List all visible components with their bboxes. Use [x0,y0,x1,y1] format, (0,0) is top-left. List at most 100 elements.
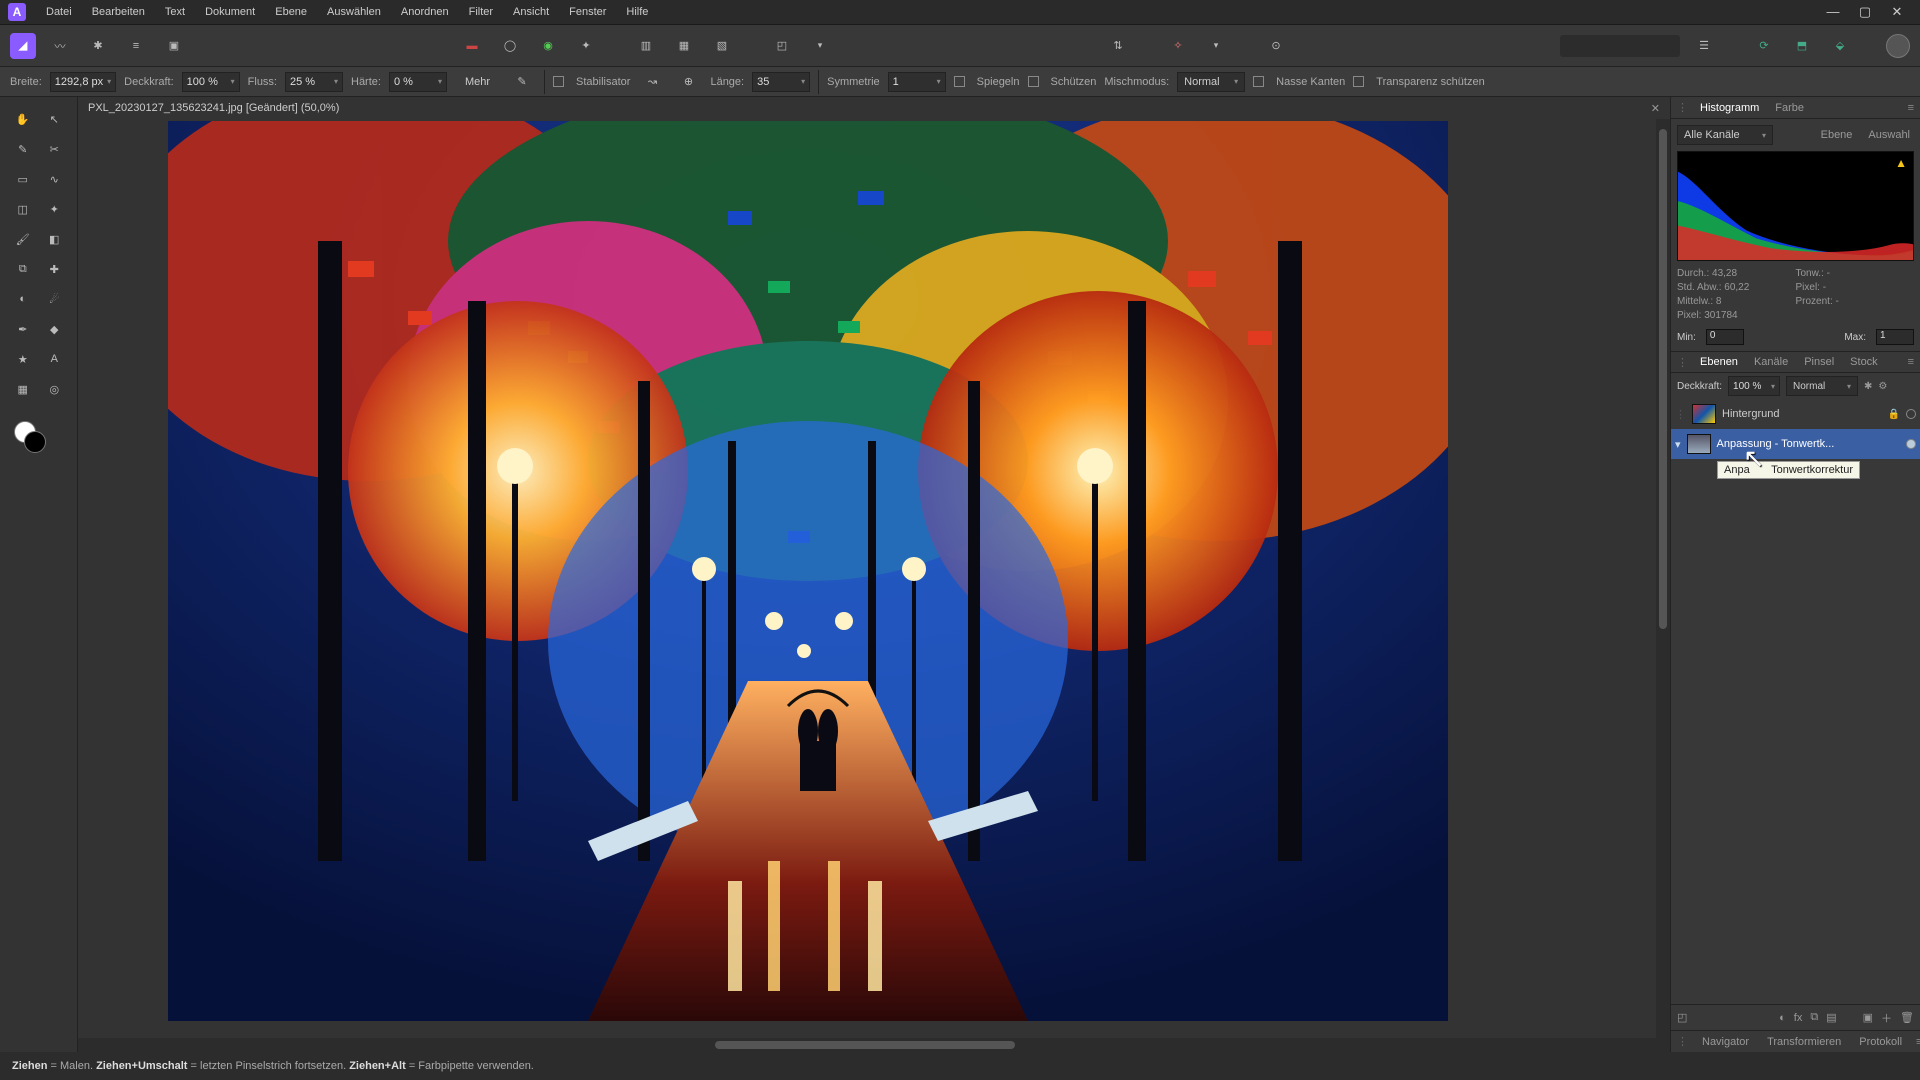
swatches-icon[interactable]: ✦ [572,32,600,60]
width-field[interactable]: 1292,8 px▾ [50,72,116,92]
trans-check[interactable] [1353,76,1364,87]
menu-bearbeiten[interactable]: Bearbeiten [82,0,155,24]
vgrip-icon[interactable]: ⋮ [1675,408,1686,421]
shape-tool-icon[interactable]: ◆ [40,315,70,343]
vgrip-icon[interactable]: ⋮ [1677,1035,1688,1048]
quickmask-icon[interactable]: ◯ [496,32,524,60]
layer-row-background[interactable]: ⋮ Hintergrund 🔒 [1671,399,1920,429]
crop-tool-icon[interactable]: ✂ [40,135,70,163]
add-fx-icon[interactable]: fx [1794,1012,1803,1024]
text-tool-icon[interactable]: ★ [8,345,38,373]
pen-tool-icon[interactable]: ✒ [8,315,38,343]
menu-hilfe[interactable]: Hilfe [616,0,658,24]
smudge-tool-icon[interactable]: ☄ [40,285,70,313]
crop-icon[interactable]: ◰ [768,32,796,60]
marquee-tool-icon[interactable]: ◫ [8,195,38,223]
symmetry-field[interactable]: 1▾ [888,72,946,92]
flood-tool-icon[interactable]: ✦ [40,195,70,223]
menu-ansicht[interactable]: Ansicht [503,0,559,24]
menu-anordnen[interactable]: Anordnen [391,0,459,24]
tab-protokoll[interactable]: Protokoll [1855,1034,1906,1050]
add-live-icon[interactable]: ⧉ [1810,1011,1818,1024]
move-tool-icon[interactable]: ↖ [40,105,70,133]
cloud-icon[interactable]: ⬒ [1788,32,1816,60]
persona-export-icon[interactable]: ▣ [160,32,188,60]
persona-liquify-icon[interactable]: 〰 [46,32,74,60]
account-avatar[interactable] [1886,34,1910,58]
layer-opacity-field[interactable]: 100 %▾ [1728,376,1780,396]
lasso-tool-icon[interactable]: ∿ [40,165,70,193]
stabilizer-check[interactable] [553,76,564,87]
menu-dokument[interactable]: Dokument [195,0,265,24]
more-button[interactable]: Mehr [455,71,500,93]
expand-icon[interactable]: ▾ [1675,438,1681,451]
background-color[interactable] [24,431,46,453]
tab-ebenen[interactable]: Ebenen [1696,354,1742,370]
add-layer-icon[interactable]: ＋ [1881,1010,1892,1026]
vgrip-icon[interactable]: ⋮ [1677,356,1688,369]
share-icon[interactable]: ⬙ [1826,32,1854,60]
menu-ebene[interactable]: Ebene [265,0,317,24]
eraser-tool-icon[interactable]: ◧ [40,225,70,253]
color-swatches[interactable] [14,421,48,455]
clone-tool-icon[interactable]: ⧉ [8,255,38,283]
tab-navigator[interactable]: Navigator [1698,1034,1753,1050]
align-left-icon[interactable]: ▥ [632,32,660,60]
wet-check[interactable] [1253,76,1264,87]
flow-field[interactable]: 25 %▾ [285,72,343,92]
document-tab[interactable]: PXL_20230127_135623241.jpg [Geändert] (5… [78,97,1670,119]
persona-photo-icon[interactable]: ◢ [10,33,36,59]
length-field[interactable]: 35▾ [752,72,810,92]
canvas-vscroll[interactable] [1656,119,1670,1038]
max-field[interactable]: 1 [1876,329,1914,345]
delete-layer-icon[interactable]: 🗑 [1900,1011,1914,1024]
zoom-tool-icon[interactable]: ◎ [40,375,70,403]
close-doc-icon[interactable]: ✕ [1651,102,1660,115]
canvas[interactable] [168,121,1448,1021]
vgrip-icon[interactable]: ⋮ [1677,101,1688,114]
visibility-toggle[interactable] [1906,439,1916,449]
align-right-icon[interactable]: ▧ [708,32,736,60]
align-center-icon[interactable]: ▦ [670,32,698,60]
nav-menu-icon[interactable]: ≡ [1916,1036,1920,1048]
histo-selection-btn[interactable]: Auswahl [1864,127,1914,143]
window-close[interactable]: ✕ [1888,4,1906,20]
tab-transform[interactable]: Transformieren [1763,1034,1845,1050]
selection-tool-icon[interactable]: ▭ [8,165,38,193]
tab-kanaele[interactable]: Kanäle [1750,354,1792,370]
menu-filter[interactable]: Filter [459,0,503,24]
channel-select[interactable]: Alle Kanäle▾ [1677,125,1773,145]
chevron-down-icon[interactable]: ▾ [806,32,834,60]
toolbar-search[interactable] [1560,35,1680,57]
colorpicker-tool-icon[interactable]: ✎ [8,135,38,163]
visibility-toggle[interactable] [1906,409,1916,419]
add-mask-icon[interactable]: ◰ [1677,1011,1687,1024]
menu-auswaehlen[interactable]: Auswählen [317,0,391,24]
persona-tone-icon[interactable]: ≡ [122,32,150,60]
merge-icon[interactable]: ▤ [1826,1011,1836,1024]
healing-tool-icon[interactable]: ✚ [40,255,70,283]
sync-icon[interactable]: ⟳ [1750,32,1778,60]
assistant-icon[interactable]: ✧ [1164,32,1192,60]
hardness-field[interactable]: 0 %▾ [389,72,447,92]
pressure-icon[interactable]: ✎ [508,68,536,96]
layers-menu-icon[interactable]: ≡ [1908,356,1914,368]
artistic-text-icon[interactable]: A [40,345,70,373]
persona-develop-icon[interactable]: ✱ [84,32,112,60]
layer-row-adjustment[interactable]: ▾ Anpassung - Tonwertk... [1671,429,1920,459]
tab-farbe[interactable]: Farbe [1771,100,1808,116]
opacity-field[interactable]: 100 %▾ [182,72,240,92]
protect-check[interactable] [1028,76,1039,87]
menu-datei[interactable]: Datei [36,0,82,24]
window-icon[interactable]: ⊕ [674,68,702,96]
tab-stock[interactable]: Stock [1846,354,1882,370]
blendmode-select[interactable]: Normal▾ [1177,72,1245,92]
layer-blend-select[interactable]: Normal▾ [1786,376,1858,396]
preview-icon[interactable]: ⊙ [1262,32,1290,60]
brush-tool-icon[interactable]: 🖌 [8,225,38,253]
layer-gear-icon[interactable]: ⚙ [1878,381,1887,392]
group-icon[interactable]: ▣ [1863,1011,1873,1024]
min-field[interactable]: 0 [1706,329,1744,345]
menu-text[interactable]: Text [155,0,195,24]
mirror-check[interactable] [954,76,965,87]
